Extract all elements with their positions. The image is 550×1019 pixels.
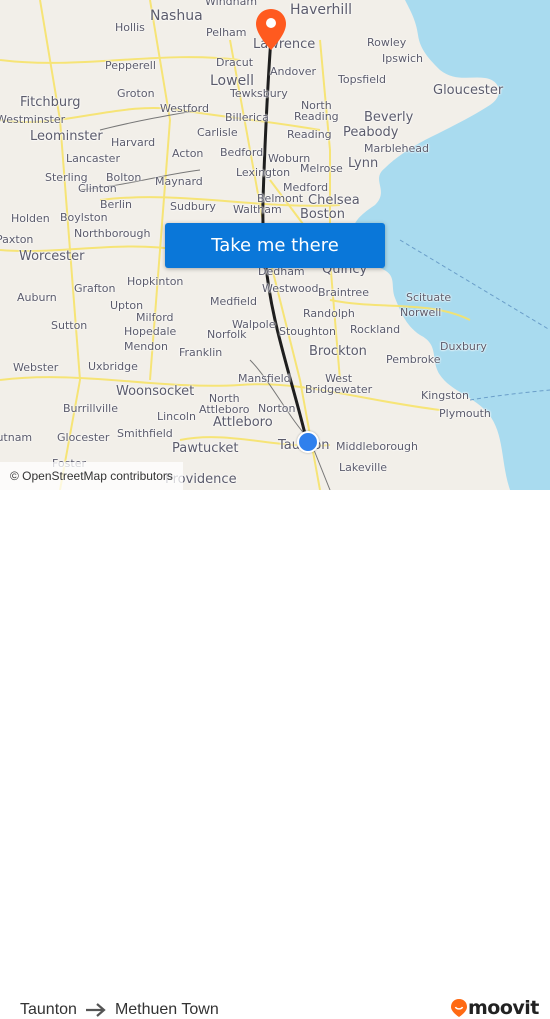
place-label-holden: Holden [11, 212, 50, 225]
place-label-milford: Milford [136, 311, 174, 324]
place-label-glocester: Glocester [57, 431, 110, 444]
place-label-worcester: Worcester [19, 249, 85, 264]
place-label-grafton: Grafton [74, 282, 116, 295]
place-label-norton: Norton [258, 402, 296, 415]
place-label-upton: Upton [110, 299, 144, 312]
place-label-groton: Groton [117, 87, 155, 100]
place-label-pawtucket: Pawtucket [172, 441, 239, 456]
moovit-logo[interactable]: moovit [450, 997, 539, 1019]
place-label-chelsea: Chelsea [308, 193, 360, 208]
origin-label: Taunton [20, 1001, 77, 1018]
place-label-sudbury: Sudbury [170, 200, 216, 213]
place-label-lexington: Lexington [236, 166, 291, 179]
place-label-scituate: Scituate [406, 291, 452, 304]
place-label-billerica: Billerica [225, 111, 269, 124]
place-label-boston: Boston [300, 207, 345, 222]
place-label-rowley: Rowley [367, 36, 407, 49]
place-label-auburn: Auburn [17, 291, 57, 304]
place-label-peabody: Peabody [343, 125, 399, 140]
place-label-nashua: Nashua [150, 8, 203, 24]
map[interactable]: Windham Haverhill Nashua Hollis Pelham Lawren… [0, 0, 550, 490]
origin-dot-icon[interactable] [297, 431, 319, 453]
place-label-gloucester: Gloucester [433, 83, 504, 98]
place-label-mendon: Mendon [124, 340, 168, 353]
place-label-medfield: Medfield [210, 295, 257, 308]
place-label-hollis: Hollis [115, 21, 145, 34]
place-label-duxbury: Duxbury [440, 340, 487, 353]
brand-name: moovit [468, 997, 539, 1019]
place-label-franklin: Franklin [179, 346, 223, 359]
place-label-burrillville: Burrillville [63, 402, 118, 415]
place-label-norwell: Norwell [400, 306, 442, 319]
place-label-lakeville: Lakeville [339, 461, 388, 474]
place-label-haverhill: Haverhill [290, 2, 353, 18]
map-attribution[interactable]: © OpenStreetMap contributors [0, 462, 183, 490]
place-label-mansfield: Mansfield [238, 372, 291, 385]
place-label-brockton: Brockton [309, 344, 367, 359]
place-label-berlin: Berlin [100, 198, 132, 211]
place-label-pepperell: Pepperell [105, 59, 156, 72]
route-summary: Taunton Methuen Town [20, 1001, 219, 1019]
place-label-pembroke: Pembroke [386, 353, 441, 366]
place-label-reading: Reading [287, 128, 332, 141]
place-label-westwood: Westwood [262, 282, 319, 295]
destination-label: Methuen Town [114, 1001, 219, 1018]
place-label-hopedale: Hopedale [124, 325, 177, 338]
place-label-beverly: Beverly [364, 110, 414, 125]
place-label-fitchburg: Fitchburg [20, 95, 81, 110]
place-label-northborough: Northborough [74, 227, 151, 240]
place-label-webster: Webster [13, 361, 59, 374]
place-label-boylston: Boylston [60, 211, 108, 224]
place-label-north-attleboro: North Attleboro [199, 392, 250, 416]
place-label-maynard: Maynard [155, 175, 203, 188]
place-label-smithfield: Smithfield [117, 427, 173, 440]
place-label-lynn: Lynn [348, 156, 379, 171]
place-label-woonsocket: Woonsocket [116, 384, 195, 399]
place-label-lincoln: Lincoln [157, 410, 196, 423]
place-label-uxbridge: Uxbridge [88, 360, 138, 373]
place-label-tewksbury: Tewksbury [230, 87, 288, 100]
place-label-marblehead: Marblehead [364, 142, 430, 155]
footer-bar: Taunton Methuen Town moovit [0, 490, 550, 1019]
place-label-lancaster: Lancaster [66, 152, 120, 165]
moovit-pin-icon [451, 999, 467, 1017]
place-label-norfolk: Norfolk [207, 328, 247, 341]
place-label-harvard: Harvard [111, 136, 156, 149]
place-label-acton: Acton [172, 147, 204, 160]
place-label-plymouth: Plymouth [439, 407, 491, 420]
place-label-waltham: Waltham [233, 203, 282, 216]
place-label-putnam: Putnam [0, 431, 33, 444]
place-label-ipswich: Ipswich [382, 52, 424, 65]
place-label-randolph: Randolph [303, 307, 355, 320]
place-label-bedford: Bedford [220, 146, 264, 159]
arrow-right-icon [85, 1003, 107, 1017]
place-label-west-bridgewater: West Bridgewater [305, 372, 373, 396]
place-label-topsfield: Topsfield [338, 73, 387, 86]
place-label-paxton: Paxton [0, 233, 34, 246]
place-label-north-reading: North Reading [294, 99, 339, 123]
place-label-clinton: Clinton [78, 182, 117, 195]
place-label-pelham: Pelham [206, 26, 247, 39]
place-label-leominster: Leominster [30, 129, 103, 144]
place-label-westford: Westford [160, 102, 209, 115]
place-label-braintree: Braintree [318, 286, 369, 299]
place-label-lowell: Lowell [210, 73, 254, 89]
place-label-attleboro: Attleboro [213, 415, 273, 430]
place-label-andover: Andover [270, 65, 317, 78]
take-me-there-button[interactable]: Take me there [165, 223, 385, 268]
place-label-dracut: Dracut [216, 56, 254, 69]
place-label-rockland: Rockland [350, 323, 401, 336]
place-label-sutton: Sutton [51, 319, 88, 332]
place-label-carlisle: Carlisle [197, 126, 238, 139]
place-label-hopkinton: Hopkinton [127, 275, 184, 288]
place-label-melrose: Melrose [300, 162, 343, 175]
place-label-middleborough: Middleborough [336, 440, 418, 453]
place-label-stoughton: Stoughton [279, 325, 336, 338]
place-label-westminster: Westminster [0, 113, 66, 126]
place-label-windham: Windham [205, 0, 258, 8]
place-label-kingston: Kingston [421, 389, 469, 402]
